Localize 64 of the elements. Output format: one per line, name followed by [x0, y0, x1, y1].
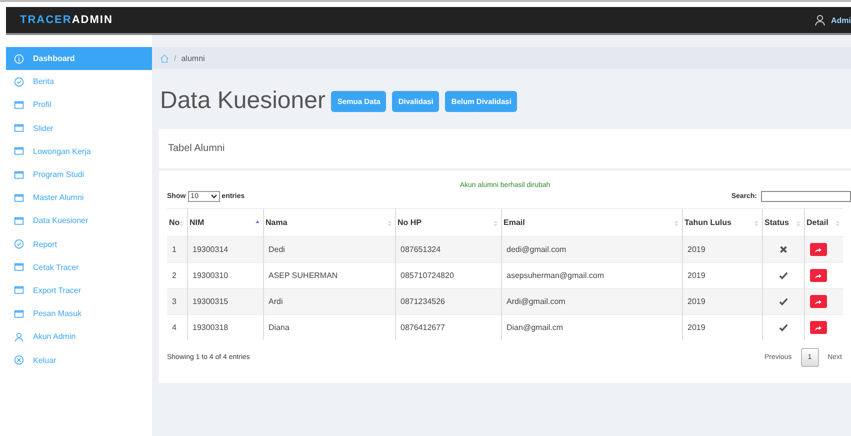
window-icon	[14, 192, 24, 203]
user-icon	[14, 332, 24, 342]
sidebar-item[interactable]: Data Kuesioner	[6, 209, 152, 232]
detail-button[interactable]	[810, 295, 826, 308]
page-title: Data Kuesioner	[160, 87, 326, 115]
sidebar-item[interactable]: Keluar	[6, 348, 152, 372]
sidebar-item[interactable]: Berita	[6, 70, 152, 94]
check-circle-icon	[14, 76, 24, 87]
sidebar-item[interactable]: Master Alumni	[6, 186, 152, 210]
table-cell: 087651324	[395, 236, 501, 262]
user-icon[interactable]	[814, 14, 826, 26]
table-cell: Dedi	[263, 236, 395, 262]
window-icon	[14, 100, 24, 110]
close-circle-icon	[14, 355, 24, 366]
table-cell: 2019	[682, 236, 762, 262]
breadcrumb-current: alumni	[181, 54, 205, 62]
search-field[interactable]	[761, 191, 851, 202]
sidebar-item[interactable]: Export Tracer	[6, 278, 152, 302]
table-cell: Ardi	[263, 288, 395, 314]
sort-icon[interactable]	[178, 220, 184, 227]
info-icon	[14, 54, 24, 64]
sidebar-item[interactable]: Program Studi	[6, 162, 152, 186]
window-icon	[14, 216, 24, 226]
table-cell: Dian@gmail.cm	[501, 314, 682, 340]
brand-logo[interactable]: TRACERADMIN	[20, 14, 113, 26]
sidebar-item[interactable]: Cetak Tracer	[6, 256, 152, 279]
share-arrow-icon	[814, 272, 822, 278]
sidebar-item[interactable]: Slider	[6, 116, 152, 140]
table-cell: 4	[167, 314, 187, 340]
table-cell: 19300315	[187, 288, 263, 314]
sidebar-item[interactable]: Dashboard	[6, 47, 152, 70]
chevron-down-icon[interactable]	[210, 194, 217, 199]
sidebar-item[interactable]: Pesan Masuk	[6, 302, 152, 326]
window-icon	[14, 308, 24, 319]
window-icon	[14, 285, 24, 296]
table-cell: 2019	[682, 288, 762, 314]
sidebar-item[interactable]: Profil	[6, 93, 152, 117]
table-cell: 0876412677	[395, 314, 501, 340]
window-icon	[14, 123, 24, 134]
sidebar-item[interactable]: Lowongan Kerja	[6, 140, 152, 163]
window-icon	[14, 262, 24, 272]
table-cell: 19300314	[187, 236, 263, 262]
share-arrow-icon	[814, 324, 822, 330]
card-title: Tabel Alumni	[159, 129, 851, 171]
table-cell: dedi@gmail.com	[501, 236, 682, 262]
window-icon	[14, 146, 24, 156]
table-cell: 0871234526	[395, 288, 501, 314]
share-arrow-icon	[814, 246, 822, 252]
table-cell: Diana	[263, 314, 395, 340]
table-cell: 3	[167, 288, 187, 314]
table-cell: Ardi@gmail.com	[501, 288, 682, 314]
breadcrumb-separator: /	[174, 54, 176, 62]
window-icon	[14, 170, 24, 180]
user-menu[interactable]: Admi	[831, 16, 851, 24]
table-cell: 19300318	[187, 314, 263, 340]
table-cell: 1	[167, 236, 187, 262]
detail-button[interactable]	[810, 243, 826, 256]
detail-button[interactable]	[810, 269, 826, 282]
share-arrow-icon	[814, 298, 822, 304]
check-circle-icon	[14, 239, 24, 250]
sidebar-item[interactable]: Report	[6, 232, 152, 256]
table-cell: 2019	[682, 314, 762, 340]
detail-button[interactable]	[810, 321, 826, 334]
sidebar-item[interactable]: Akun Admin	[6, 325, 152, 348]
